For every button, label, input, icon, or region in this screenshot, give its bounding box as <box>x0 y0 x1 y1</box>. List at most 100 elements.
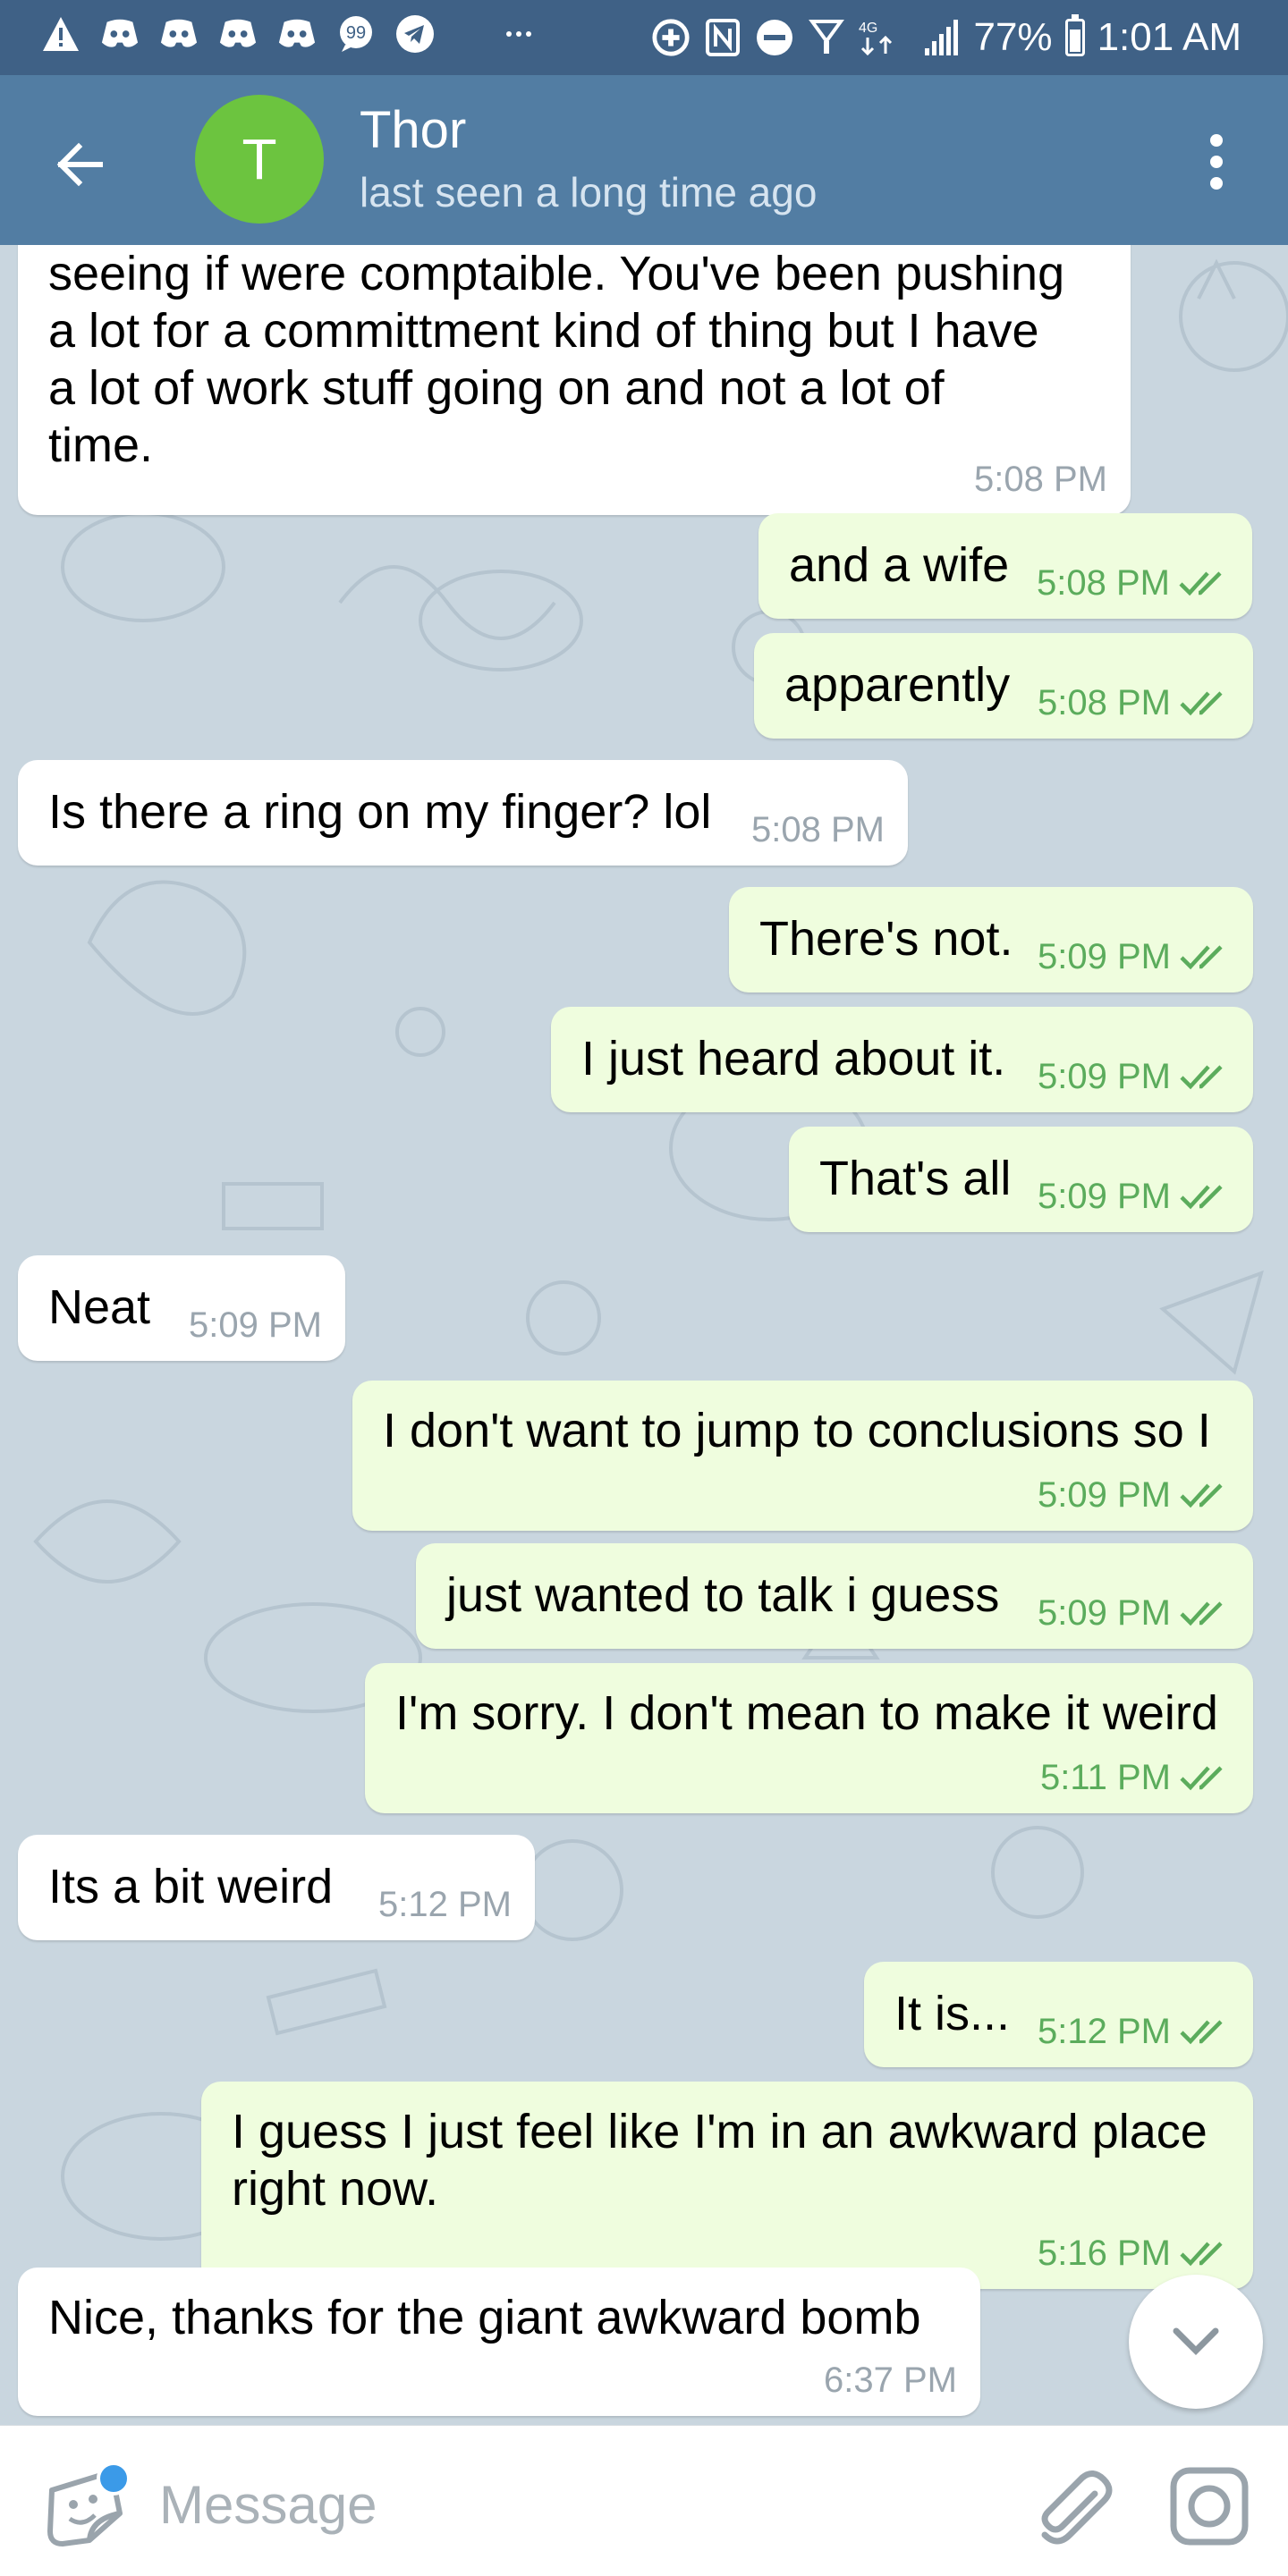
discord-icon <box>100 14 140 54</box>
outgoing-message[interactable]: There's not. 5:09 PM <box>729 887 1253 992</box>
double-check-icon <box>1180 1766 1223 1791</box>
message-meta: 5:08 PM <box>1038 683 1230 722</box>
message-text: apparently <box>784 658 1011 712</box>
double-check-icon <box>1180 691 1223 716</box>
contact-name[interactable]: Thor <box>360 100 466 160</box>
incoming-message[interactable]: Is there a ring on my finger? lol 5:08 PM <box>18 760 908 866</box>
chevron-down-icon <box>1173 2327 1219 2355</box>
double-check-icon <box>1180 1483 1223 1508</box>
message-meta: 5:08 PM <box>1037 563 1229 603</box>
message-time: 5:12 PM <box>378 1885 512 1924</box>
more-options-button[interactable] <box>1181 122 1252 202</box>
message-text: a lot of work stuff going on and not a l… <box>48 361 945 415</box>
message-meta: 5:09 PM <box>1038 1475 1230 1515</box>
message-text: Neat <box>48 1280 151 1334</box>
message-input[interactable] <box>157 2463 966 2546</box>
battery-icon <box>1064 14 1085 56</box>
message-meta: 5:16 PM <box>1038 2234 1230 2273</box>
camera-button[interactable] <box>1165 2462 1254 2551</box>
data-saver-icon <box>651 18 691 57</box>
message-meta: 5:09 PM <box>1038 1177 1230 1216</box>
message-time: 5:16 PM <box>1038 2234 1171 2273</box>
message-time: 5:08 PM <box>751 810 885 849</box>
message-text: It is... <box>894 1987 1011 2040</box>
message-text: and a wife <box>789 538 1010 592</box>
message-time: 5:08 PM <box>1038 683 1171 722</box>
avatar[interactable]: T <box>195 95 324 224</box>
message-meta: 5:08 PM <box>751 810 885 849</box>
message-text: I don't want to jump to conclusions so I <box>383 1404 1211 1457</box>
message-text: right now. <box>232 2162 439 2216</box>
new-stickers-badge <box>97 2462 131 2496</box>
incoming-message[interactable]: Nice, thanks for the giant awkward bomb 6… <box>18 2268 980 2416</box>
outgoing-message[interactable]: I'm sorry. I don't mean to make it weird… <box>365 1663 1253 1813</box>
discord-icon <box>159 14 199 54</box>
incoming-message[interactable]: seeing if were comptaible. You've been p… <box>18 245 1131 515</box>
svg-text:99: 99 <box>346 23 366 43</box>
back-button[interactable] <box>45 127 125 207</box>
clock: 1:01 AM <box>1097 15 1241 59</box>
incoming-message[interactable]: Its a bit weird 5:12 PM <box>18 1835 535 1940</box>
message-composer <box>0 2425 1288 2576</box>
message-meta: 6:37 PM <box>824 2361 957 2400</box>
message-text: That's all <box>819 1152 1012 1205</box>
double-check-icon <box>1180 945 1223 970</box>
message-meta: 5:09 PM <box>189 1305 322 1345</box>
message-time: 5:09 PM <box>1038 1057 1171 1096</box>
battery-fill <box>1069 30 1080 52</box>
outgoing-message[interactable]: It is... 5:12 PM <box>864 1962 1253 2067</box>
double-check-icon <box>1180 2020 1223 2045</box>
message-text: I'm sorry. I don't mean to make it weird <box>395 1686 1218 1740</box>
outgoing-message[interactable]: That's all 5:09 PM <box>789 1127 1253 1232</box>
double-check-icon <box>1179 571 1222 596</box>
double-check-icon <box>1180 1065 1223 1090</box>
message-text: I guess I just feel like I'm in an awkwa… <box>232 2105 1208 2158</box>
message-text: I just heard about it. <box>581 1032 1006 1085</box>
wifi-icon <box>807 18 846 57</box>
outgoing-message[interactable]: I don't want to jump to conclusions so I… <box>352 1381 1253 1531</box>
network-label: 4G <box>859 21 877 36</box>
dot <box>1210 156 1223 168</box>
double-check-icon <box>1180 1185 1223 1210</box>
message-text: There's not. <box>759 912 1013 966</box>
message-text: Nice, thanks for the giant awkward bomb <box>48 2291 921 2344</box>
outgoing-message[interactable]: I just heard about it. 5:09 PM <box>551 1007 1253 1112</box>
outgoing-message[interactable]: just wanted to talk i guess 5:09 PM <box>416 1543 1253 1649</box>
incoming-message[interactable]: Neat 5:09 PM <box>18 1255 345 1361</box>
message-text: a lot for a committment kind of thing bu… <box>48 304 1039 358</box>
battery-percent: 77% <box>973 15 1053 59</box>
message-time: 5:08 PM <box>974 460 1107 499</box>
message-text: time. <box>48 418 154 472</box>
message-text: just wanted to talk i guess <box>446 1568 1000 1622</box>
message-time: 5:08 PM <box>1037 563 1170 603</box>
outgoing-message[interactable]: and a wife 5:08 PM <box>758 513 1252 619</box>
more-icon <box>499 14 538 54</box>
dot <box>1210 177 1223 190</box>
message-time: 5:09 PM <box>1038 937 1171 976</box>
warning-icon <box>41 14 80 54</box>
message-meta: 5:09 PM <box>1038 1593 1230 1633</box>
message-time: 5:09 PM <box>1038 1177 1171 1216</box>
message-meta: 5:11 PM <box>1040 1758 1230 1797</box>
system-indicators: 4G 77% 1:01 AM <box>651 9 1241 66</box>
scroll-to-bottom-button[interactable] <box>1129 2275 1263 2409</box>
discord-icon <box>218 14 258 54</box>
telegram-icon <box>395 14 435 54</box>
outgoing-message[interactable]: I guess I just feel like I'm in an awkwa… <box>201 2082 1253 2289</box>
paperclip-icon <box>1041 2470 1113 2545</box>
chat-header: T Thor last seen a long time ago <box>0 75 1288 245</box>
camera-icon <box>1170 2467 1249 2546</box>
double-check-icon <box>1180 1601 1223 1626</box>
outgoing-message[interactable]: apparently 5:08 PM <box>754 633 1253 739</box>
message-meta: 5:12 PM <box>1038 2012 1230 2051</box>
discord-icon <box>277 14 317 54</box>
message-time: 5:09 PM <box>1038 1593 1171 1633</box>
message-time: 5:09 PM <box>1038 1475 1171 1515</box>
message-list[interactable]: seeing if were comptaible. You've been p… <box>0 245 1288 2425</box>
message-meta: 5:09 PM <box>1038 1057 1230 1096</box>
message-text: Its a bit weird <box>48 1860 334 1913</box>
message-meta: 5:09 PM <box>1038 937 1230 976</box>
attach-button[interactable] <box>1027 2462 1116 2551</box>
message-meta: 5:08 PM <box>974 460 1107 499</box>
message-text: Is there a ring on my finger? lol <box>48 785 712 839</box>
